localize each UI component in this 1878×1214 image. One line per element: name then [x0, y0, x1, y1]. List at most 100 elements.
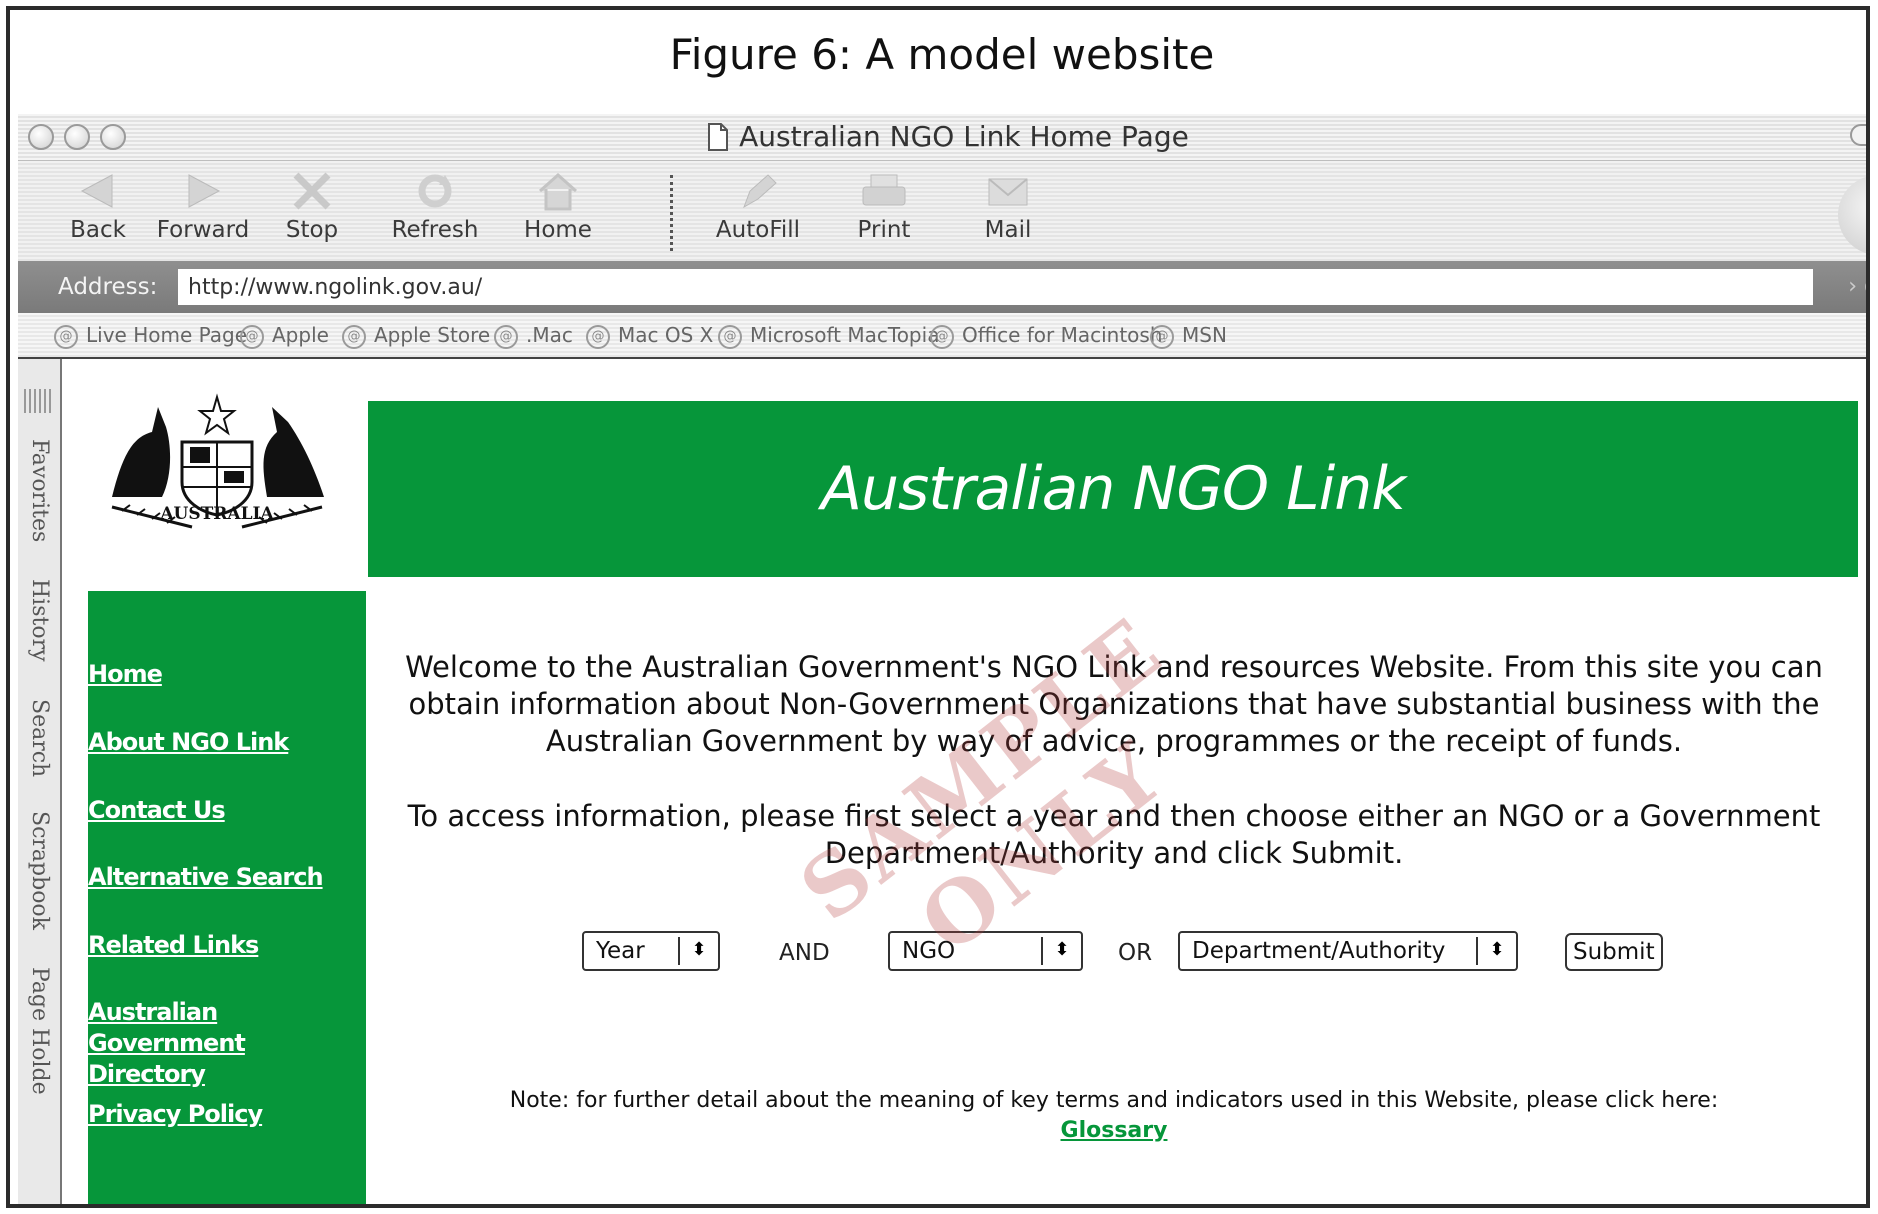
refresh-label: Refresh — [391, 217, 479, 243]
web-page: AUSTRALIA Australian NGO Link Home About… — [62, 359, 1866, 1204]
back-arrow-icon — [80, 174, 113, 208]
favorite-label: Apple Store — [374, 323, 491, 347]
toolbar-separator — [670, 175, 673, 251]
figure-caption: Figure 6: A model website — [669, 30, 1215, 79]
toolbar-toggle-button[interactable] — [1850, 124, 1866, 146]
refresh-button[interactable]: Refresh — [380, 167, 490, 257]
at-icon: @ — [1150, 324, 1174, 349]
at-icon: @ — [240, 324, 264, 349]
department-select[interactable]: Department/Authority ⬍ — [1178, 931, 1518, 971]
nav-government-directory-link[interactable]: Australian Government Directory — [88, 997, 360, 1090]
ngo-select-value: NGO — [902, 938, 956, 964]
mail-label: Mail — [984, 217, 1032, 243]
tab-favorites[interactable]: Favorites — [20, 439, 58, 542]
submit-button[interactable]: Submit — [1565, 933, 1663, 971]
home-label: Home — [524, 217, 592, 243]
favorite-label: MSN — [1182, 323, 1227, 347]
favorites-bar: @ Live Home Page @ Apple @ Apple Store @ .Ma… — [18, 313, 1866, 359]
title-bar[interactable]: Australian NGO Link Home Page — [18, 114, 1866, 161]
mail-icon — [988, 178, 1028, 206]
autofill-label: AutoFill — [715, 217, 801, 243]
stop-button[interactable]: Stop — [272, 167, 352, 257]
tab-page-holder[interactable]: Page Holde — [20, 967, 58, 1095]
favorite-label: Live Home Page — [86, 323, 248, 347]
favorite-live-home-page[interactable]: @ Live Home Page — [54, 313, 247, 357]
select-arrows-icon: ⬍ — [1041, 937, 1081, 965]
window-title-area: Australian NGO Link Home Page — [18, 114, 1866, 160]
favorite-office-for-macintosh[interactable]: @ Office for Macintosh — [930, 313, 1163, 357]
stop-x-icon — [293, 172, 331, 210]
go-button[interactable]: › g — [1848, 261, 1866, 313]
nav-alternative-search-link[interactable]: Alternative Search — [88, 862, 324, 893]
nav-contact-link[interactable]: Contact Us — [88, 795, 226, 826]
forward-button[interactable]: Forward — [148, 167, 258, 257]
tab-history[interactable]: History — [20, 579, 58, 662]
address-bar: Address: › g — [18, 261, 1866, 313]
australian-coat-of-arms-logo: AUSTRALIA — [111, 393, 324, 529]
forward-arrow-icon — [188, 174, 221, 208]
print-label: Print — [857, 217, 911, 243]
and-label: AND — [779, 940, 830, 966]
welcome-paragraph: Welcome to the Australian Government's N… — [405, 650, 1823, 758]
at-icon: @ — [54, 324, 78, 349]
autofill-button[interactable]: AutoFill — [698, 167, 818, 257]
address-input[interactable] — [178, 269, 1813, 305]
tab-scrapbook[interactable]: Scrapbook — [20, 811, 58, 930]
address-label: Address: — [58, 274, 158, 300]
document-icon — [708, 123, 729, 151]
select-arrows-icon: ⬍ — [678, 937, 718, 965]
glossary-link[interactable]: Glossary — [1061, 1118, 1168, 1143]
note-text: Note: for further detail about the meani… — [509, 1088, 1719, 1113]
favorite-msn[interactable]: @ MSN — [1150, 313, 1227, 357]
glossary-note: Note: for further detail about the meani… — [394, 1086, 1834, 1146]
favorite-apple-store[interactable]: @ Apple Store — [342, 313, 490, 357]
at-icon: @ — [494, 324, 518, 349]
print-button[interactable]: Print — [836, 167, 932, 257]
select-arrows-icon: ⬍ — [1476, 937, 1516, 965]
back-label: Back — [70, 217, 126, 243]
printer-icon — [862, 174, 906, 206]
search-form: Year ⬍ AND NGO ⬍ OR Department/Authority… — [62, 931, 1866, 977]
main-content: Welcome to the Australian Government's N… — [394, 649, 1834, 872]
nav-home-link[interactable]: Home — [88, 659, 163, 690]
favorite-label: Apple — [272, 323, 329, 347]
favorite-microsoft-mactopia[interactable]: @ Microsoft MacTopia — [718, 313, 939, 357]
tab-search[interactable]: Search — [20, 699, 58, 777]
home-button[interactable]: Home — [508, 167, 608, 257]
toolbar: Back Forward Stop Refresh Home AutoFill … — [18, 161, 1866, 261]
favorite-mac-os-x[interactable]: @ Mac OS X — [586, 313, 713, 357]
instructions-paragraph: To access information, please first sele… — [407, 799, 1821, 870]
nav-about-link[interactable]: About NGO Link — [88, 727, 289, 758]
favorite-label: Microsoft MacTopia — [750, 323, 940, 347]
year-select-value: Year — [596, 938, 645, 964]
site-header-banner: Australian NGO Link — [368, 401, 1858, 577]
favorite-label: Office for Macintosh — [962, 323, 1163, 347]
favorite-label: Mac OS X — [618, 323, 714, 347]
or-label: OR — [1118, 940, 1153, 966]
nav-privacy-policy-link[interactable]: Privacy Policy — [88, 1099, 263, 1130]
favorite-apple[interactable]: @ Apple — [240, 313, 329, 357]
home-icon — [539, 172, 577, 211]
at-icon: @ — [342, 324, 366, 349]
mail-button[interactable]: Mail — [958, 167, 1058, 257]
at-icon: @ — [718, 324, 742, 349]
autofill-icon — [743, 174, 777, 209]
refresh-icon — [418, 174, 452, 208]
back-button[interactable]: Back — [58, 167, 138, 257]
window-title: Australian NGO Link Home Page — [739, 120, 1189, 153]
year-select[interactable]: Year ⬍ — [582, 931, 720, 971]
left-navigation: Home About NGO Link Contact Us Alternati… — [88, 591, 366, 1204]
stop-label: Stop — [285, 217, 339, 243]
explorer-bar-tabs: Favorites History Search Scrapbook Page … — [18, 359, 62, 1204]
forward-label: Forward — [156, 217, 250, 243]
explorer-logo-icon — [1838, 175, 1866, 255]
figure-frame: Figure 6: A model website Australian NGO… — [6, 6, 1870, 1208]
crest-caption: AUSTRALIA — [159, 504, 274, 524]
favorite-label: .Mac — [526, 323, 573, 347]
at-icon: @ — [930, 324, 954, 349]
ngo-select[interactable]: NGO ⬍ — [888, 931, 1083, 971]
drawer-grip-icon[interactable] — [24, 389, 52, 413]
department-select-value: Department/Authority — [1192, 938, 1446, 964]
site-title: Australian NGO Link — [820, 454, 1406, 524]
favorite-dotmac[interactable]: @ .Mac — [494, 313, 573, 357]
